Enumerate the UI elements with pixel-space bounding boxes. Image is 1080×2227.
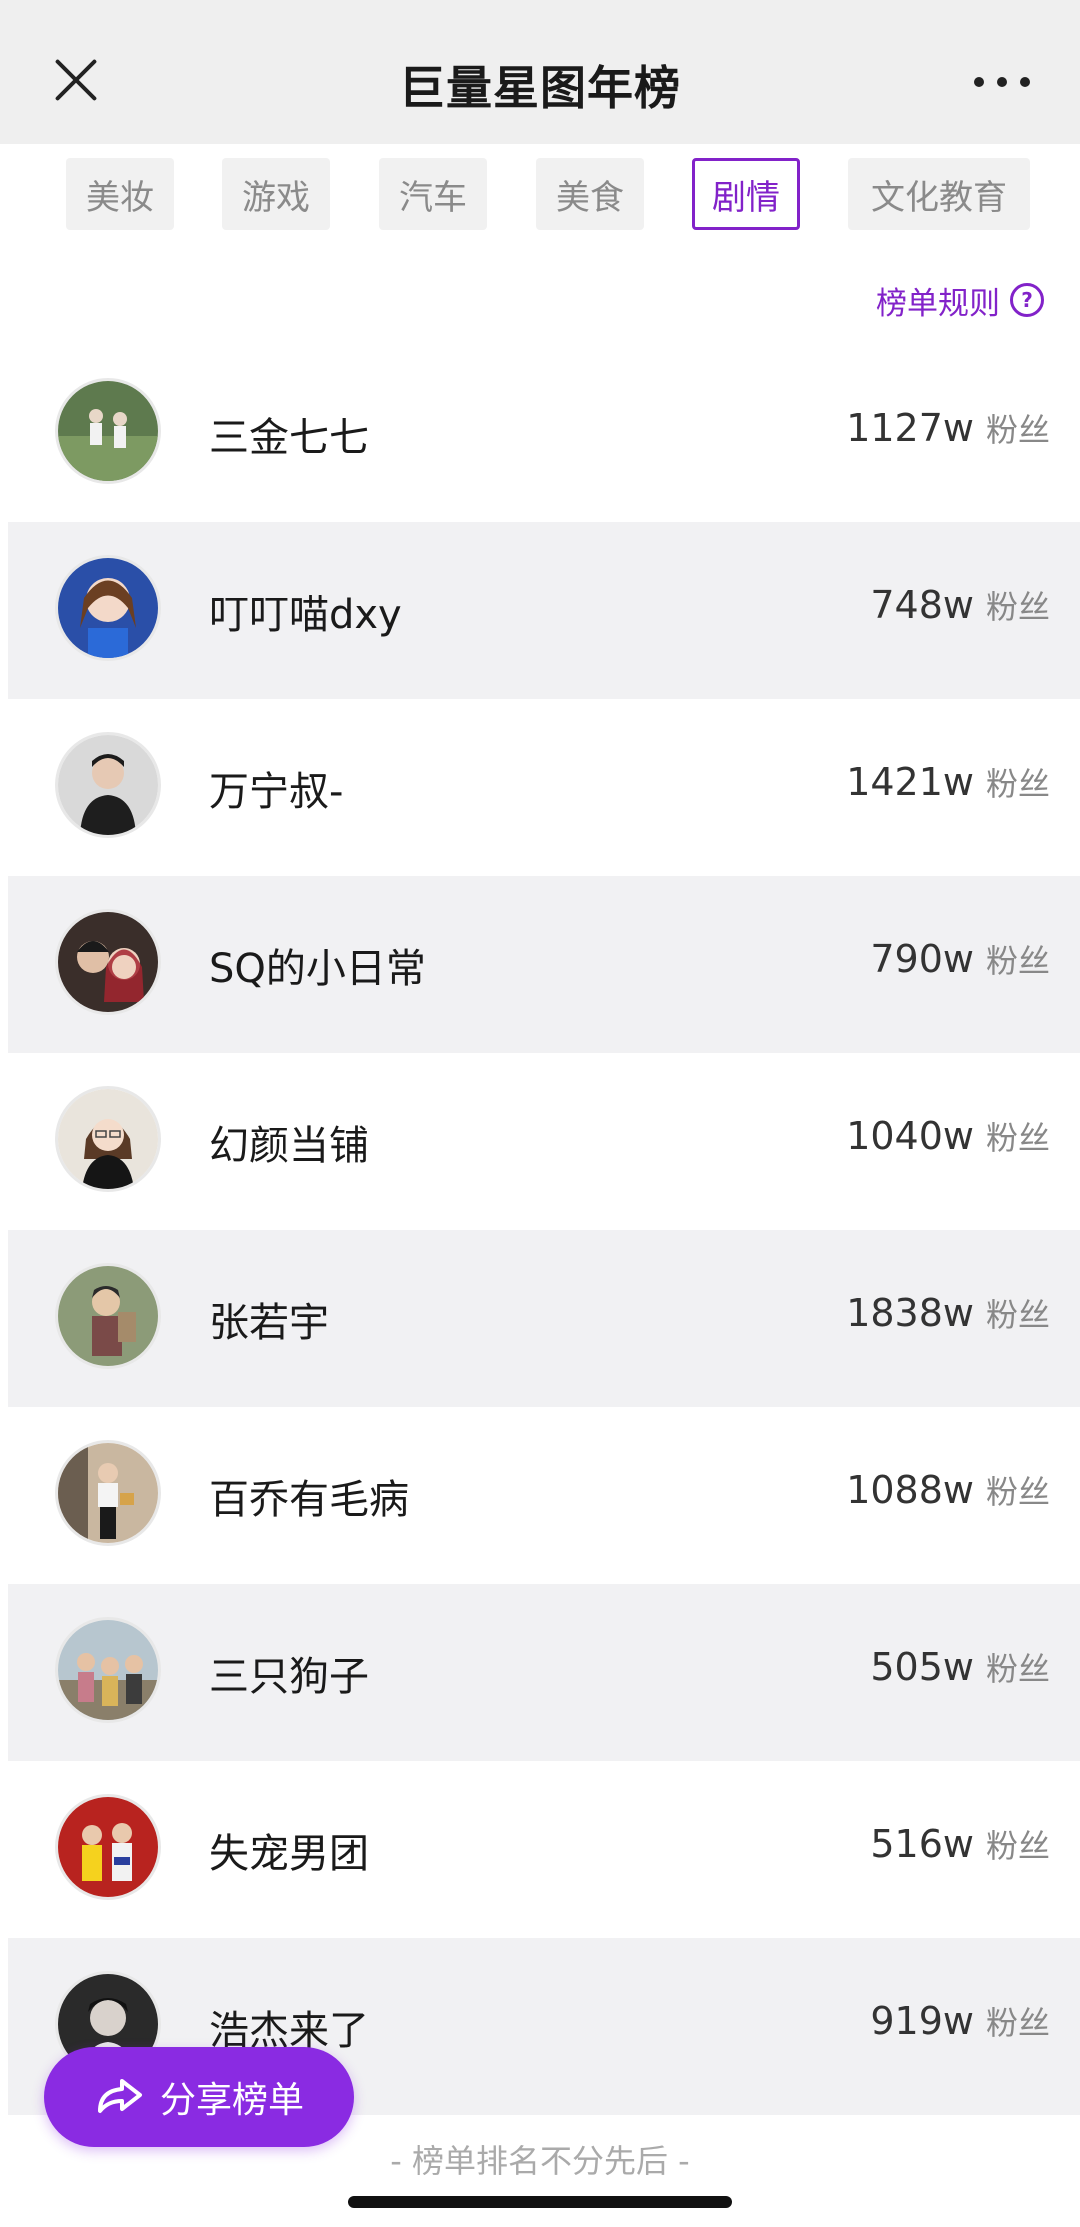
fan-count: 1040w 粉丝 [846, 1113, 1050, 1159]
nav-bar: 巨量星图年榜 [0, 0, 1080, 144]
list-item[interactable]: 万宁叔- 1421w 粉丝 [8, 699, 1080, 876]
list-item[interactable]: 幻颜当铺 1040w 粉丝 [8, 1053, 1080, 1230]
fan-count-unit: 粉丝 [985, 2004, 1050, 2042]
share-icon [97, 2079, 142, 2113]
help-circle-icon: ? [1010, 283, 1044, 317]
page-title: 巨量星图年榜 [399, 61, 681, 115]
fan-count: 919w 粉丝 [870, 1998, 1050, 2044]
tab-makeup[interactable]: 美妆 [66, 158, 174, 230]
fan-count-value: 790w [870, 937, 974, 981]
list-item[interactable]: 叮叮喵dxy 748w 粉丝 [8, 522, 1080, 699]
fan-count: 790w 粉丝 [870, 936, 1050, 982]
fan-count: 748w 粉丝 [870, 582, 1050, 628]
fan-count-unit: 粉丝 [985, 1296, 1050, 1334]
creator-name: 三金七七 [209, 415, 369, 461]
fan-count: 505w 粉丝 [870, 1644, 1050, 1690]
avatar [55, 1794, 161, 1900]
fan-count-unit: 粉丝 [985, 411, 1050, 449]
creator-name: 百乔有毛病 [209, 1477, 409, 1523]
fan-count: 1838w 粉丝 [846, 1290, 1050, 1336]
list-item[interactable]: 三金七七 1127w 粉丝 [8, 345, 1080, 522]
fan-count-unit: 粉丝 [985, 1473, 1050, 1511]
fan-count: 1421w 粉丝 [846, 759, 1050, 805]
ranking-disclaimer: - 榜单排名不分先后 - [390, 2142, 690, 2180]
fan-count-value: 516w [870, 1822, 974, 1866]
fan-count-unit: 粉丝 [985, 1119, 1050, 1157]
creator-name: 叮叮喵dxy [209, 592, 402, 638]
fan-count-value: 1040w [846, 1114, 974, 1158]
avatar [55, 1440, 161, 1546]
ranking-rules-link[interactable]: 榜单规则 ? [876, 280, 1044, 322]
fan-count: 1088w 粉丝 [846, 1467, 1050, 1513]
fan-count-unit: 粉丝 [985, 588, 1050, 626]
tab-culture-education[interactable]: 文化教育 [848, 158, 1030, 230]
creator-list: 三金七七 1127w 粉丝 叮叮喵dxy 748w 粉丝 万宁叔- 1421w … [8, 345, 1080, 2115]
creator-name: SQ的小日常 [209, 946, 426, 992]
more-horizontal-icon[interactable] [974, 76, 1030, 88]
share-ranking-button[interactable]: 分享榜单 [44, 2047, 354, 2147]
list-item[interactable]: 失宠男团 516w 粉丝 [8, 1761, 1080, 1938]
fan-count-unit: 粉丝 [985, 1650, 1050, 1688]
creator-name: 三只狗子 [209, 1654, 369, 1700]
creator-name: 失宠男团 [209, 1831, 369, 1877]
creator-name: 张若宇 [209, 1300, 329, 1346]
tab-cars[interactable]: 汽车 [379, 158, 487, 230]
category-tabs: 美妆 游戏 汽车 美食 剧情 文化教育 [0, 144, 1080, 252]
list-item[interactable]: 百乔有毛病 1088w 粉丝 [8, 1407, 1080, 1584]
avatar [55, 555, 161, 661]
fan-count-value: 505w [870, 1645, 974, 1689]
tab-drama[interactable]: 剧情 [692, 158, 800, 230]
fan-count: 1127w 粉丝 [846, 405, 1050, 451]
list-item[interactable]: SQ的小日常 790w 粉丝 [8, 876, 1080, 1053]
share-button-label: 分享榜单 [159, 2080, 304, 2121]
fan-count-value: 1838w [846, 1291, 974, 1335]
fan-count-unit: 粉丝 [985, 942, 1050, 980]
fan-count-value: 919w [870, 1999, 974, 2043]
fan-count: 516w 粉丝 [870, 1821, 1050, 1867]
tab-food[interactable]: 美食 [536, 158, 644, 230]
avatar [55, 1617, 161, 1723]
fan-count-unit: 粉丝 [985, 765, 1050, 803]
list-item[interactable]: 张若宇 1838w 粉丝 [8, 1230, 1080, 1407]
avatar [55, 1263, 161, 1369]
creator-name: 幻颜当铺 [209, 1123, 369, 1169]
home-indicator[interactable] [348, 2196, 732, 2208]
avatar [55, 378, 161, 484]
fan-count-unit: 粉丝 [985, 1827, 1050, 1865]
ranking-rules-label: 榜单规则 [876, 285, 1000, 322]
avatar [55, 1086, 161, 1192]
fan-count-value: 1127w [846, 406, 974, 450]
creator-name: 万宁叔- [209, 769, 344, 815]
fan-count-value: 1088w [846, 1468, 974, 1512]
list-item[interactable]: 三只狗子 505w 粉丝 [8, 1584, 1080, 1761]
fan-count-value: 748w [870, 583, 974, 627]
avatar [55, 732, 161, 838]
fan-count-value: 1421w [846, 760, 974, 804]
avatar [55, 909, 161, 1015]
tab-games[interactable]: 游戏 [222, 158, 330, 230]
